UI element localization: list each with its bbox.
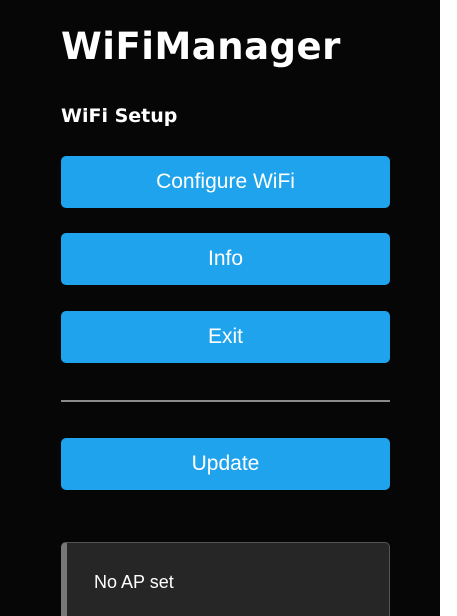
status-message: No AP set [94,572,174,592]
exit-button[interactable]: Exit [61,311,390,363]
update-button[interactable]: Update [61,438,390,490]
wifimanager-page: WiFiManager WiFi Setup Configure WiFi In… [0,0,440,616]
app-title: WiFiManager [61,25,341,68]
section-title: WiFi Setup [61,105,178,127]
divider [61,400,390,402]
info-button[interactable]: Info [61,233,390,285]
status-message-box: No AP set [61,542,390,616]
configure-wifi-button[interactable]: Configure WiFi [61,156,390,208]
